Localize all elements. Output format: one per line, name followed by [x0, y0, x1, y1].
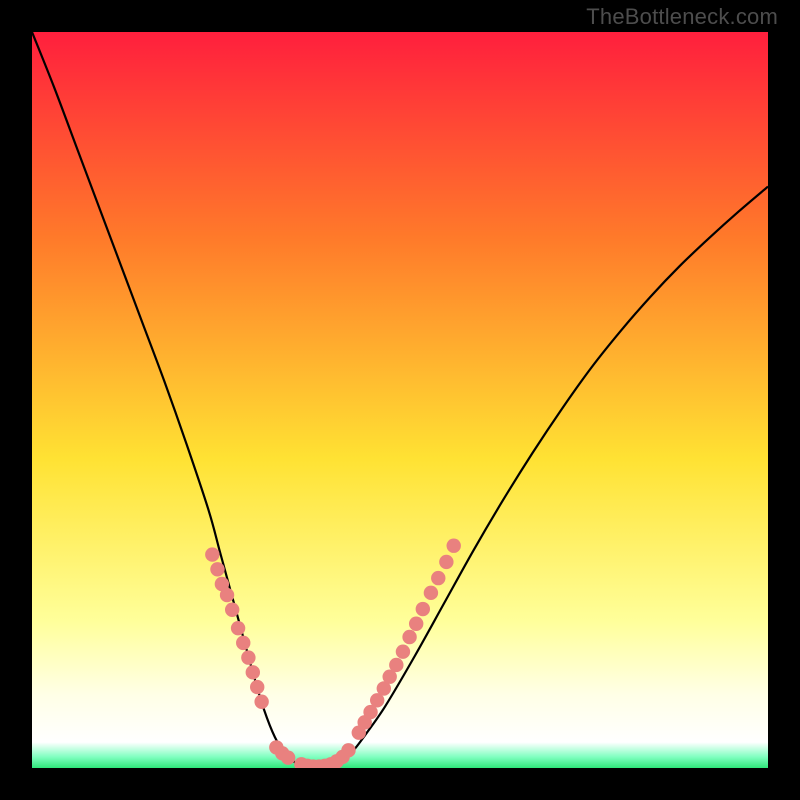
highlight-dot [439, 555, 453, 569]
highlight-dot [409, 617, 423, 631]
highlight-dot [402, 630, 416, 644]
highlight-dot [281, 750, 295, 764]
highlight-dot [431, 571, 445, 585]
highlight-dot [254, 695, 268, 709]
highlight-dot [250, 680, 264, 694]
plot-area [32, 32, 768, 768]
highlight-dot [231, 621, 245, 635]
highlight-dot [447, 539, 461, 553]
chart-frame: TheBottleneck.com [0, 0, 800, 800]
highlight-dot [225, 603, 239, 617]
highlight-dot [241, 650, 255, 664]
highlight-dot [236, 636, 250, 650]
highlight-dot [389, 658, 403, 672]
highlight-dot [396, 645, 410, 659]
highlight-dot [220, 588, 234, 602]
highlight-dot [205, 547, 219, 561]
bottleneck-chart [32, 32, 768, 768]
highlight-dot [246, 665, 260, 679]
highlight-dot [341, 743, 355, 757]
highlight-dot [416, 602, 430, 616]
highlight-dot [424, 586, 438, 600]
highlight-dot [210, 562, 224, 576]
watermark-text: TheBottleneck.com [586, 4, 778, 30]
